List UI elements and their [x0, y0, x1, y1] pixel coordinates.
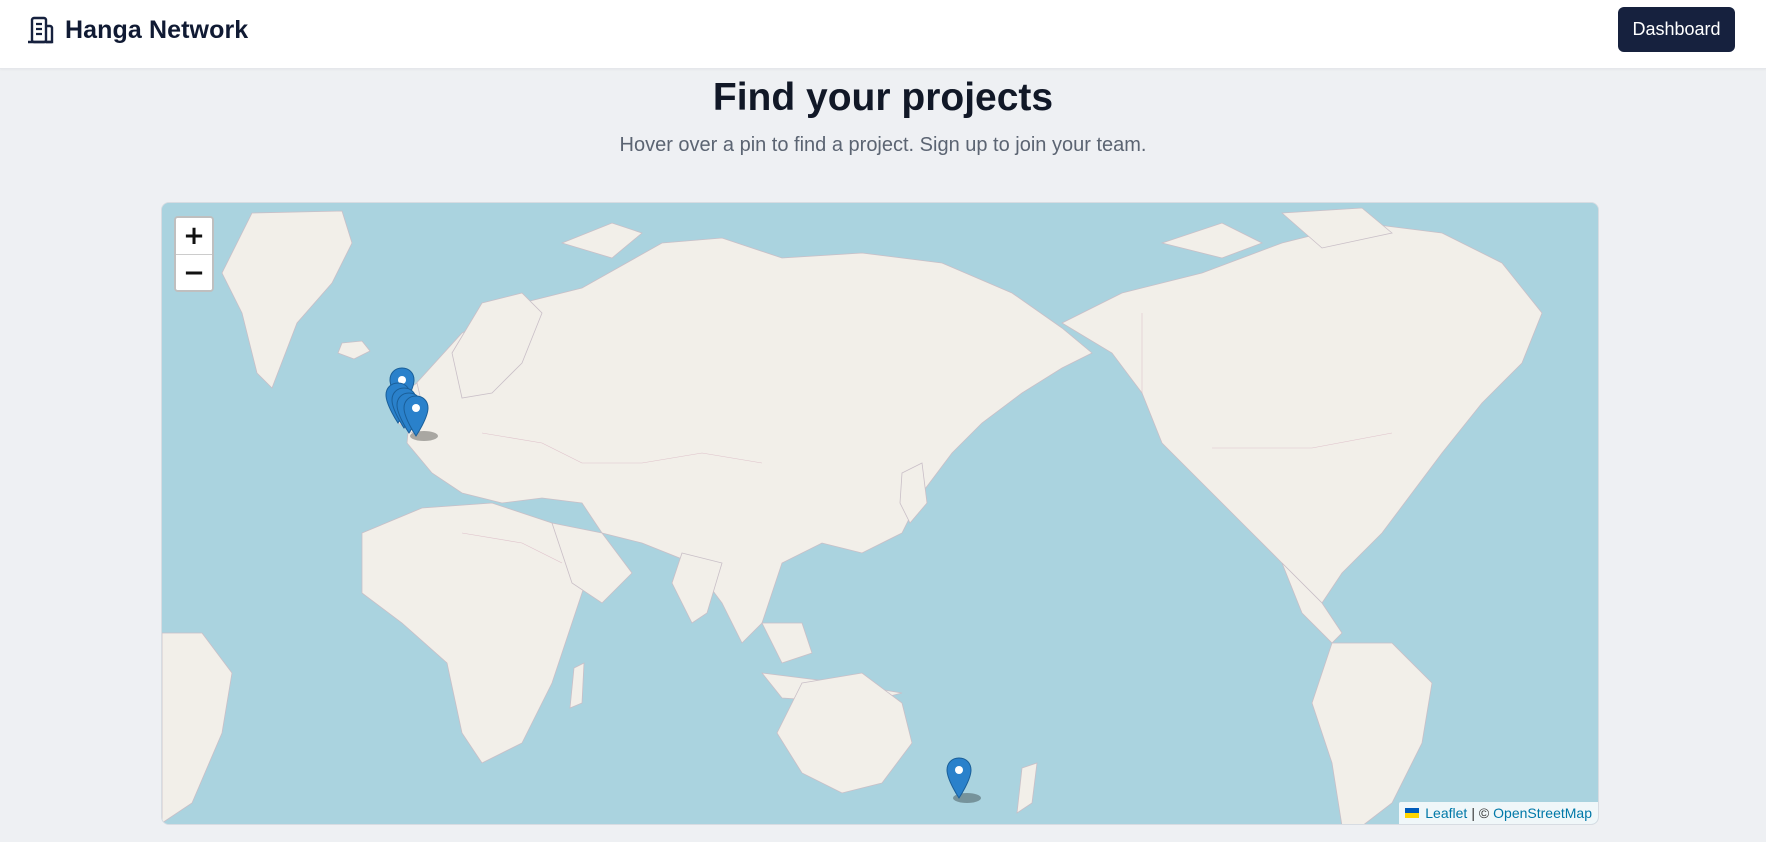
top-navbar: Hanga Network Dashboard	[0, 0, 1766, 69]
openstreetmap-link[interactable]: OpenStreetMap	[1493, 805, 1592, 821]
world-map-tiles[interactable]	[162, 203, 1599, 825]
ukraine-flag-icon	[1405, 808, 1420, 818]
dashboard-button[interactable]: Dashboard	[1618, 7, 1735, 52]
brand[interactable]: Hanga Network	[25, 14, 248, 46]
project-map[interactable]: + − Leaflet | © OpenStreetMap	[161, 202, 1599, 825]
page-title: Find your projects	[712, 76, 1054, 119]
building-icon	[28, 16, 54, 44]
leaflet-link[interactable]: Leaflet	[1425, 805, 1467, 821]
zoom-control: + −	[174, 216, 214, 292]
zoom-in-button[interactable]: +	[176, 218, 212, 254]
brand-name: Hanga Network	[65, 15, 249, 44]
zoom-out-button[interactable]: −	[176, 254, 212, 290]
page-subtitle: Hover over a pin to find a project. Sign…	[619, 134, 1147, 156]
attribution-separator: | ©	[1471, 805, 1490, 821]
map-attribution: Leaflet | © OpenStreetMap	[1399, 802, 1598, 824]
